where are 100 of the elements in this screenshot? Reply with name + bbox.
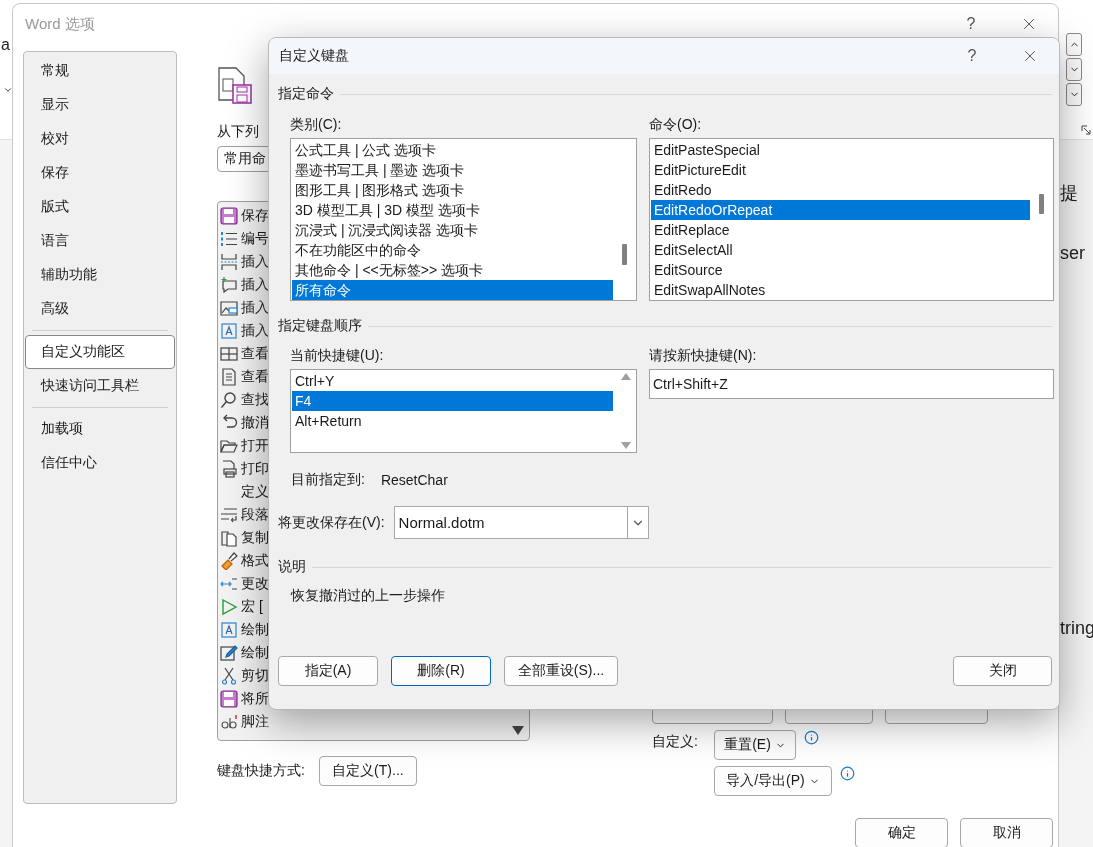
list-item[interactable]: 图形工具 | 图形格式 选项卡 xyxy=(292,180,613,200)
command-item[interactable]: 撤消 xyxy=(241,413,269,432)
sidebar-item[interactable]: 校对 xyxy=(25,122,175,156)
scrollbar-thumb[interactable] xyxy=(622,244,627,265)
list-item[interactable]: EditSelectAll xyxy=(651,240,1030,260)
sidebar-item[interactable]: 显示 xyxy=(25,88,175,122)
shortcut-list[interactable]: Ctrl+Y F4 Alt+Return xyxy=(290,369,637,453)
description-text: 恢复撤消过的上一步操作 xyxy=(289,587,446,605)
info-icon[interactable] xyxy=(840,766,855,781)
customize-button[interactable]: 自定义(T)... xyxy=(318,756,417,786)
command-item[interactable]: 定义 xyxy=(241,482,269,501)
field-label: 类别(C): xyxy=(290,115,343,134)
list-item[interactable]: 沉浸式 | 沉浸式阅读器 选项卡 xyxy=(292,220,613,240)
dialog-button[interactable]: 指定(A) xyxy=(278,656,378,686)
list-item[interactable]: F4 xyxy=(292,391,613,411)
dialog-button[interactable]: 全部重设(S)... xyxy=(504,656,618,686)
command-item[interactable]: 剪切 xyxy=(241,666,269,685)
command-item[interactable]: 将所 xyxy=(241,689,269,708)
customize-icon xyxy=(217,66,253,104)
template-select[interactable]: Normal.dotm xyxy=(393,506,649,539)
sidebar-item[interactable]: 辅助功能 xyxy=(25,258,175,292)
scroll-up-icon[interactable] xyxy=(621,373,631,380)
sidebar-item[interactable]: 快速访问工具栏 xyxy=(25,369,175,403)
list-item[interactable]: 不在功能区中的命令 xyxy=(292,240,613,260)
command-item[interactable]: 绘制 xyxy=(241,620,269,639)
launcher-icon[interactable] xyxy=(1081,125,1091,135)
command-item[interactable]: 插入 xyxy=(241,321,269,340)
copy-icon xyxy=(220,528,238,547)
sidebar-item[interactable]: 常规 xyxy=(25,54,175,88)
list-item[interactable]: EditSource xyxy=(651,260,1030,280)
list-item[interactable]: EditRedo xyxy=(651,180,1030,200)
command-item[interactable]: 查看 xyxy=(241,367,269,386)
scissors-icon xyxy=(220,666,238,685)
command-item[interactable]: 脚注 xyxy=(241,712,269,731)
list-item[interactable]: 公式工具 | 公式 选项卡 xyxy=(292,140,613,160)
command-item[interactable]: 插入 xyxy=(241,252,269,271)
background-text: 提 xyxy=(1060,182,1078,205)
help-button[interactable]: ? xyxy=(943,38,1001,74)
command-item[interactable]: 查看 xyxy=(241,344,269,363)
brush-icon xyxy=(220,551,238,570)
page-break-icon xyxy=(220,252,238,271)
section-title: 指定键盘顺序 xyxy=(278,317,362,335)
command-item[interactable]: 打开 xyxy=(241,436,269,455)
command-list[interactable]: EditPasteSpecial EditPictureEdit EditRedo EditRedoOrRepeat EditReplace EditSelectAll EditSource EditSwapAllNotes xyxy=(649,138,1054,301)
list-item[interactable]: 其他命令 | <<无标签>> 选项卡 xyxy=(292,260,613,280)
list-item[interactable]: 所有命令 xyxy=(292,280,613,300)
list-item[interactable]: EditReplace xyxy=(651,220,1030,240)
dialog-button[interactable]: 删除(R) xyxy=(391,656,491,686)
background-text: a xyxy=(1,36,10,54)
list-item[interactable]: EditRedoOrRepeat xyxy=(651,200,1030,220)
import-export-button[interactable]: 导入/导出(P) xyxy=(714,766,832,796)
sidebar-item[interactable]: 版式 xyxy=(25,190,175,224)
numbered-list-icon xyxy=(220,229,238,248)
list-item[interactable]: Alt+Return xyxy=(292,411,613,431)
shortcut-input[interactable]: Ctrl+Shift+Z xyxy=(649,369,1054,399)
background-text: tring xyxy=(1060,618,1093,639)
ok-button[interactable]: 确定 xyxy=(855,818,948,847)
sidebar-item[interactable]: 信任中心 xyxy=(25,446,175,480)
command-item[interactable]: 绘制 xyxy=(241,643,269,662)
expand-button[interactable] xyxy=(1066,83,1082,106)
dialog-title: 自定义键盘 xyxy=(279,47,350,65)
chevron-down-icon[interactable] xyxy=(3,85,13,95)
reset-button[interactable]: 重置(E) xyxy=(714,730,796,760)
list-item[interactable]: 墨迹书写工具 | 墨迹 选项卡 xyxy=(292,160,613,180)
printer-icon xyxy=(220,459,238,478)
sidebar-item[interactable]: 保存 xyxy=(25,156,175,190)
command-item[interactable]: 插入 xyxy=(241,298,269,317)
sidebar-item[interactable]: 语言 xyxy=(25,224,175,258)
sidebar-item[interactable]: 自定义功能区 xyxy=(25,335,175,369)
scroll-up-button[interactable] xyxy=(1066,33,1082,56)
command-item[interactable]: 段落 xyxy=(241,505,269,524)
command-item[interactable]: 编号 xyxy=(241,229,269,248)
scroll-down-button[interactable] xyxy=(1066,58,1082,81)
scrollbar-thumb[interactable] xyxy=(1039,194,1044,214)
command-item[interactable]: 打印 xyxy=(241,459,269,478)
section-title: 说明 xyxy=(278,558,306,576)
cancel-button[interactable]: 取消 xyxy=(960,818,1053,847)
window-title: Word 选项 xyxy=(25,14,96,34)
list-item[interactable]: 3D 模型工具 | 3D 模型 选项卡 xyxy=(292,200,613,220)
play-icon xyxy=(220,597,238,616)
sidebar-item[interactable]: 高级 xyxy=(25,292,175,326)
sidebar-item[interactable]: 加载项 xyxy=(25,412,175,446)
field-label: 键盘快捷方式: xyxy=(217,762,305,780)
list-item[interactable]: Ctrl+Y xyxy=(292,371,613,391)
command-item[interactable]: 更改 xyxy=(241,574,269,593)
field-label: 当前快捷键(U): xyxy=(290,346,385,365)
info-icon[interactable] xyxy=(804,730,819,745)
command-item[interactable]: 查找 xyxy=(241,390,269,409)
command-item[interactable]: 插入 xyxy=(241,275,269,294)
category-list[interactable]: 公式工具 | 公式 选项卡 墨迹书写工具 | 墨迹 选项卡 图形工具 | 图形格式 选项卡 3D 模型工具 | 3D 模型 选项卡 沉浸式 | 沉浸式阅读器 选项卡 不在功能区中的命令 其他命令 | <<无标签>> 选项卡 所有命令 xyxy=(290,138,637,301)
list-item[interactable]: EditSwapAllNotes xyxy=(651,280,1030,300)
field-label: 将更改保存在(V): xyxy=(278,513,385,532)
close-dialog-button[interactable]: 关闭 xyxy=(953,656,1052,686)
command-item[interactable]: 宏 [ xyxy=(241,597,263,616)
command-item[interactable]: 复制 xyxy=(241,528,269,547)
list-item[interactable]: EditPictureEdit xyxy=(651,160,1030,180)
scroll-down-icon[interactable] xyxy=(512,726,524,735)
command-item[interactable]: 格式 xyxy=(241,551,269,570)
command-item[interactable]: 保存 xyxy=(241,206,269,225)
list-item[interactable]: EditPasteSpecial xyxy=(651,140,1030,160)
